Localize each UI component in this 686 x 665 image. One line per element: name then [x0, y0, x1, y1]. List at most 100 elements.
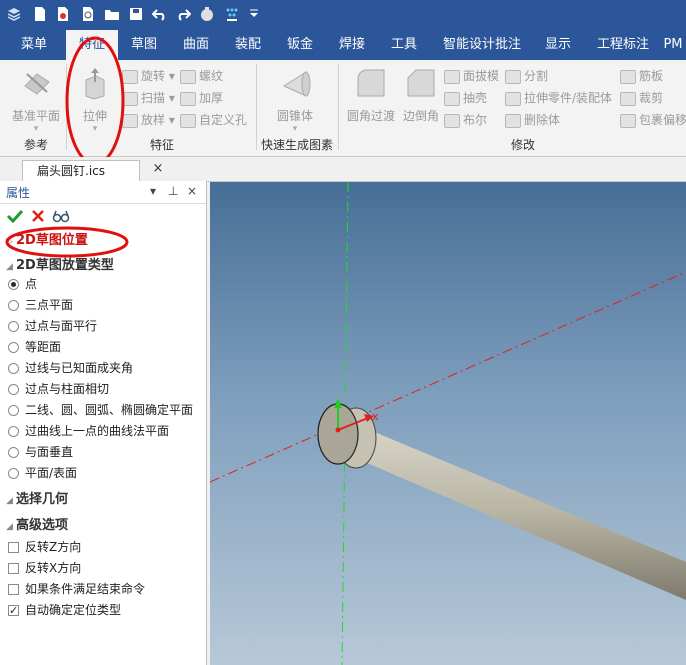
x-axis-line	[210, 271, 686, 483]
option-curve-normal-plane[interactable]: 过曲线上一点的曲线法平面	[8, 421, 169, 441]
preview-glasses-icon[interactable]	[52, 209, 70, 223]
datum-plane-label: 基准平面	[11, 109, 60, 123]
undo-icon[interactable]	[152, 6, 168, 22]
axis-arrow-y-head	[334, 398, 342, 408]
cone-label: 圆锥体	[276, 109, 313, 123]
radio-offset-face[interactable]	[8, 342, 19, 353]
radio-plane-surface[interactable]	[8, 468, 19, 479]
section-select-geometry[interactable]: ◢ 选择几何	[6, 490, 68, 510]
save-icon[interactable]	[128, 6, 144, 22]
display-icon[interactable]	[224, 6, 240, 22]
app-menu-icon[interactable]	[6, 6, 22, 22]
section-2d-sketch-position[interactable]: ▷ 2D草图位置	[6, 231, 88, 251]
radio-two-lines-plane[interactable]	[8, 405, 19, 416]
option-three-point-plane[interactable]: 三点平面	[8, 295, 73, 315]
extrude-part-button[interactable]: 拉伸零件/装配体	[505, 88, 612, 108]
open-folder-icon[interactable]	[104, 6, 120, 22]
cancel-x-icon[interactable]	[31, 209, 45, 223]
tab-engineering[interactable]: 工程标注	[590, 30, 656, 60]
option-perpendicular-face[interactable]: 与面垂直	[8, 442, 73, 462]
3d-viewport[interactable]: x	[210, 182, 686, 665]
shell-button[interactable]: 抽壳	[444, 88, 487, 108]
chamfer-button[interactable]: 边倒角	[394, 66, 448, 124]
draft-button[interactable]: 面拔模	[444, 66, 499, 86]
tab-weld[interactable]: 焊接	[328, 30, 376, 60]
split-button[interactable]: 分割	[505, 66, 548, 86]
expand-triangle-icon: ▷	[6, 237, 13, 247]
delete-body-button[interactable]: 删除体	[505, 110, 560, 130]
sweep-icon	[122, 91, 138, 106]
radio-perpendicular-face[interactable]	[8, 447, 19, 458]
option-point-parallel-face[interactable]: 过点与面平行	[8, 316, 97, 336]
sweep-button[interactable]: 扫描 ▾	[122, 88, 175, 108]
tab-assembly[interactable]: 装配	[224, 30, 272, 60]
tab-sheetmetal[interactable]: 钣金	[276, 30, 324, 60]
tab-menu[interactable]: 菜单	[6, 30, 62, 60]
datum-plane-icon	[24, 73, 50, 95]
cone-button[interactable]: 圆锥体 ▾	[268, 66, 322, 134]
custom-hole-button[interactable]: 自定义孔	[180, 110, 247, 130]
extrude-part-label: 拉伸零件/装配体	[524, 91, 613, 105]
section-advanced[interactable]: ◢ 高级选项	[6, 516, 68, 536]
check-reverse-x[interactable]: 反转X方向	[8, 558, 81, 578]
check-end-command[interactable]: 如果条件满足结束命令	[8, 579, 145, 599]
checkbox-reverse-x[interactable]	[8, 563, 19, 574]
radio-curve-normal-plane[interactable]	[8, 426, 19, 437]
checkbox-end-command[interactable]	[8, 584, 19, 595]
option-line-angle-face[interactable]: 过线与已知面成夹角	[8, 358, 133, 378]
radio-point[interactable]	[8, 279, 19, 290]
redo-icon[interactable]	[175, 6, 191, 22]
thread-button[interactable]: 螺纹	[180, 66, 223, 86]
radio-point-tangent-cylinder[interactable]	[8, 384, 19, 395]
origin-point[interactable]	[335, 427, 341, 433]
check-reverse-z[interactable]: 反转Z方向	[8, 537, 81, 557]
sweep-label: 扫描	[141, 91, 166, 105]
tab-sketch[interactable]: 草图	[120, 30, 168, 60]
boolean-button[interactable]: 布尔	[444, 110, 487, 130]
radio-three-point-plane[interactable]	[8, 300, 19, 311]
dropdown-icon[interactable]	[246, 6, 262, 22]
split-icon	[505, 69, 521, 84]
preview-icon[interactable]	[80, 6, 96, 22]
extrude-button[interactable]: 拉伸 ▾	[68, 66, 122, 134]
settings-icon[interactable]	[199, 6, 215, 22]
radio-line-angle-face[interactable]	[8, 363, 19, 374]
option-offset-face[interactable]: 等距面	[8, 337, 61, 357]
option-plane-surface[interactable]: 平面/表面	[8, 463, 77, 483]
panel-dropdown-icon[interactable]: ▾	[150, 184, 156, 198]
tab-tools[interactable]: 工具	[380, 30, 428, 60]
option-point-tangent-cylinder[interactable]: 过点与柱面相切	[8, 379, 109, 399]
revolve-icon	[122, 69, 138, 84]
fillet-button[interactable]: 圆角过渡	[344, 66, 398, 124]
option-two-lines-plane[interactable]: 二线、圆、圆弧、椭圆确定平面	[8, 400, 193, 420]
ok-check-icon[interactable]	[7, 209, 23, 223]
revolve-button[interactable]: 旋转 ▾	[122, 66, 175, 86]
datum-plane-button[interactable]: 基准平面 ▾	[9, 66, 63, 134]
fillet-label: 圆角过渡	[346, 109, 395, 123]
panel-close-icon[interactable]: ×	[187, 184, 197, 198]
thicken-button[interactable]: 加厚	[180, 88, 223, 108]
fillet-icon	[357, 69, 385, 97]
option-point[interactable]: 点	[8, 274, 37, 294]
new-file-icon[interactable]	[32, 6, 48, 22]
extrude-part-icon	[505, 91, 521, 106]
check-auto-locate[interactable]: 自动确定定位类型	[8, 600, 121, 621]
loft-button[interactable]: 放样 ▾	[122, 110, 175, 130]
group-separator	[256, 64, 257, 150]
checkbox-reverse-z[interactable]	[8, 542, 19, 553]
section-placement-type[interactable]: ◢ 2D草图放置类型	[6, 256, 114, 276]
tab-feature[interactable]: 特征	[66, 30, 118, 60]
trim-button[interactable]: 裁剪	[620, 88, 663, 108]
checkbox-auto-locate[interactable]	[8, 601, 19, 621]
tab-display[interactable]: 显示	[534, 30, 582, 60]
rib-button[interactable]: 筋板	[620, 66, 663, 86]
radio-point-parallel-face[interactable]	[8, 321, 19, 332]
new-drawing-icon[interactable]	[55, 6, 71, 22]
tab-smart-annotation[interactable]: 智能设计批注	[436, 30, 528, 60]
tab-pm[interactable]: PM	[660, 30, 686, 60]
wrap-offset-button[interactable]: 包裹偏移	[620, 110, 686, 130]
close-icon[interactable]: ×	[150, 161, 166, 177]
tab-surface[interactable]: 曲面	[172, 30, 220, 60]
pin-icon[interactable]: ⊥	[168, 184, 178, 198]
document-tab[interactable]: 扁头圆钉.ics	[22, 160, 140, 181]
